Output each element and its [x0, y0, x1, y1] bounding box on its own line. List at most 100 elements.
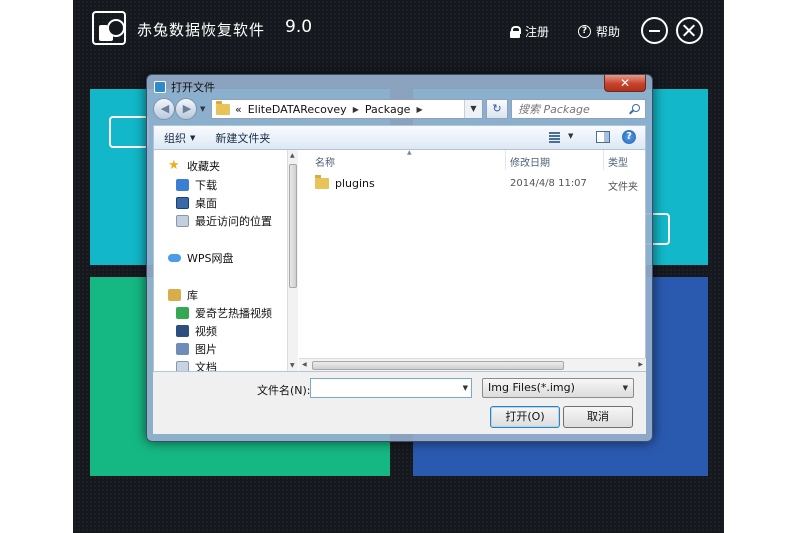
recent-places-icon: [176, 215, 189, 227]
caret-down-icon: ▼: [190, 133, 196, 142]
nav-pane-scrollbar[interactable]: ▲ ▼: [287, 150, 298, 371]
file-type-filter-value: Img Files(*.img): [488, 381, 575, 394]
nav-item-iqiyi-videos[interactable]: 爱奇艺热播视频: [176, 305, 272, 321]
scroll-up-icon[interactable]: ▲: [290, 152, 295, 159]
open-button[interactable]: 打开(O): [490, 406, 560, 428]
register-label: 注册: [525, 25, 550, 39]
preview-pane-icon[interactable]: [596, 131, 610, 143]
nav-item-videos[interactable]: 视频: [176, 323, 217, 339]
nav-item-label: 图片: [195, 343, 217, 356]
nav-wps-cloud[interactable]: WPS网盘: [168, 250, 234, 266]
column-header-modified[interactable]: 修改日期: [510, 154, 550, 169]
close-icon: [682, 23, 697, 38]
nav-favorites[interactable]: ★ 收藏夹: [168, 158, 220, 174]
folder-icon: [216, 100, 230, 115]
desktop-icon: [176, 197, 189, 209]
picture-icon: [176, 343, 189, 355]
dialog-app-icon: [154, 81, 166, 93]
lock-icon: [510, 26, 521, 38]
nav-item-label: 最近访问的位置: [195, 215, 272, 228]
help-label: 帮助: [596, 25, 621, 39]
dialog-close-button[interactable]: ✕: [604, 75, 646, 92]
back-button[interactable]: ◀: [153, 98, 175, 120]
column-divider[interactable]: [505, 150, 506, 170]
nav-library-label: 库: [187, 289, 198, 302]
nav-item-recent-places[interactable]: 最近访问的位置: [176, 213, 272, 229]
column-header-name[interactable]: 名称: [315, 154, 335, 169]
refresh-button[interactable]: ↻: [486, 99, 508, 119]
chevron-right-icon[interactable]: ▶: [416, 105, 422, 114]
column-header-type[interactable]: 类型: [608, 154, 628, 169]
video-icon: [176, 325, 189, 337]
scroll-right-icon[interactable]: ▶: [638, 361, 643, 368]
nav-item-label: 视频: [195, 325, 217, 338]
scroll-left-icon[interactable]: ◀: [302, 361, 307, 368]
library-icon: [168, 289, 181, 301]
address-bar[interactable]: « EliteDATARecovey ▶ Package ▶ ▼: [211, 99, 483, 119]
nav-libraries[interactable]: 库: [168, 287, 198, 303]
organize-label: 组织: [164, 131, 186, 145]
organize-button[interactable]: 组织 ▼: [154, 130, 205, 146]
app-titlebar: 赤兔数据恢复软件 9.0 注册 ? 帮助: [73, 0, 724, 62]
help-link[interactable]: ? 帮助: [578, 23, 620, 40]
recent-locations-dropdown[interactable]: ▼: [200, 105, 208, 113]
address-dropdown[interactable]: ▼: [464, 100, 482, 118]
help-icon[interactable]: ?: [622, 130, 636, 144]
tile-outline-button-left[interactable]: [109, 116, 149, 148]
nav-item-documents[interactable]: 文档: [176, 359, 217, 371]
breadcrumb-package[interactable]: Package: [365, 103, 411, 116]
folder-icon: [315, 175, 329, 189]
nav-item-downloads[interactable]: 下载: [176, 177, 217, 193]
document-icon: [176, 361, 189, 371]
file-name: plugins: [335, 177, 375, 190]
sort-caret-icon: ▲: [407, 149, 412, 156]
dialog-body: ★ 收藏夹 下载 桌面 最近访问的位置 WPS网盘 库 爱奇艺热播视频 视频 图…: [153, 149, 646, 372]
column-divider[interactable]: [603, 150, 604, 170]
nav-item-label: 爱奇艺热播视频: [195, 307, 272, 320]
filename-label: 文件名(N):: [257, 384, 311, 397]
breadcrumb-prefix[interactable]: «: [235, 103, 242, 116]
search-box[interactable]: [511, 99, 646, 119]
star-icon: ★: [168, 158, 180, 173]
nav-item-desktop[interactable]: 桌面: [176, 195, 217, 211]
new-folder-button[interactable]: 新建文件夹: [205, 130, 280, 146]
view-dropdown-icon[interactable]: ▼: [568, 132, 573, 140]
search-input[interactable]: [512, 100, 624, 118]
cancel-button[interactable]: 取消: [563, 406, 633, 428]
filename-input[interactable]: [311, 379, 451, 397]
nav-item-label: 桌面: [195, 197, 217, 210]
horizontal-scrollbar[interactable]: ◀ ▶: [299, 358, 646, 371]
open-file-dialog: 打开文件 ✕ ◀ ▶ ▼ « EliteDATARecovey ▶ Packag…: [146, 74, 653, 442]
scrollbar-thumb[interactable]: [289, 164, 297, 288]
chevron-down-icon[interactable]: ▼: [463, 384, 468, 392]
dialog-titlebar: 打开文件: [154, 79, 215, 95]
forward-button[interactable]: ▶: [175, 98, 197, 120]
search-icon[interactable]: [632, 104, 640, 112]
register-link[interactable]: 注册: [510, 23, 549, 40]
new-folder-label: 新建文件夹: [215, 131, 271, 145]
minus-icon: [649, 30, 660, 32]
breadcrumb-elitedatarecovey[interactable]: EliteDATARecovey: [248, 103, 347, 116]
file-row[interactable]: plugins 2014/4/8 11:07 文件夹: [299, 175, 646, 194]
cloud-icon: [168, 254, 181, 262]
app-close-button[interactable]: [676, 17, 703, 44]
nav-item-pictures[interactable]: 图片: [176, 341, 217, 357]
nav-item-label: 下载: [195, 179, 217, 192]
nav-wps-label: WPS网盘: [187, 252, 234, 265]
dialog-toolbar: 组织 ▼ 新建文件夹 ▼ ?: [153, 125, 646, 150]
iqiyi-icon: [176, 307, 189, 319]
filename-field[interactable]: ▼: [310, 378, 472, 398]
scroll-down-icon[interactable]: ▼: [290, 362, 295, 369]
minimize-button[interactable]: [641, 17, 668, 44]
scrollbar-thumb[interactable]: [312, 361, 564, 370]
file-type-filter-select[interactable]: Img Files(*.img) ▼: [482, 378, 634, 398]
chevron-right-icon[interactable]: ▶: [353, 105, 359, 114]
file-name-cell: plugins: [315, 175, 375, 190]
view-options-icon[interactable]: [549, 132, 560, 143]
dialog-title: 打开文件: [171, 81, 215, 94]
nav-favorites-label: 收藏夹: [187, 160, 220, 173]
file-type: 文件夹: [608, 182, 638, 193]
file-modified: 2014/4/8 11:07: [510, 178, 587, 189]
navigation-pane: ★ 收藏夹 下载 桌面 最近访问的位置 WPS网盘 库 爱奇艺热播视频 视频 图…: [154, 150, 287, 371]
forward-arrow-icon: ▶: [182, 102, 192, 115]
